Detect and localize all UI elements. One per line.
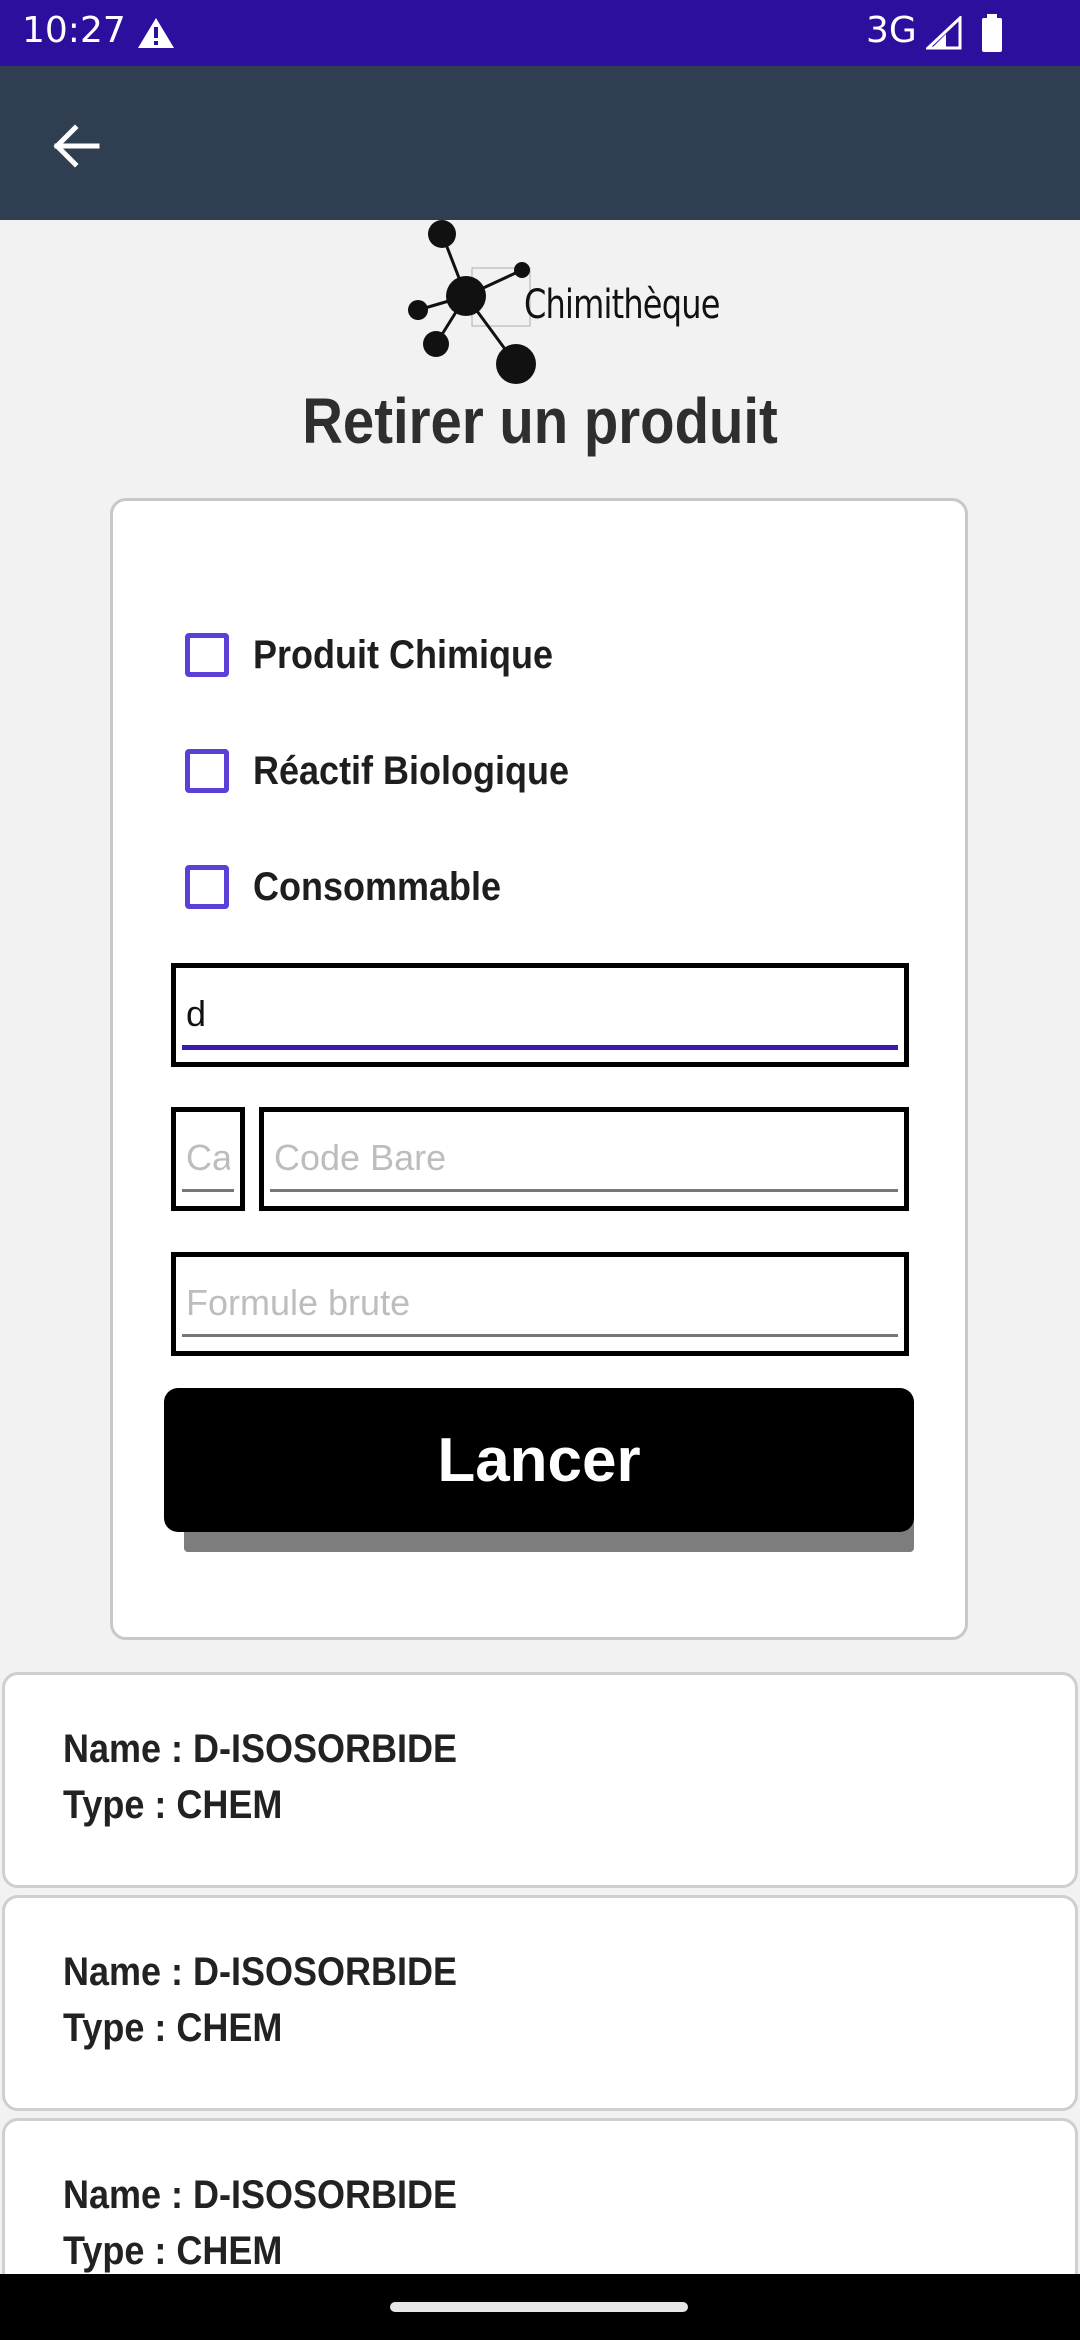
- result-card[interactable]: Name : D-ISOSORBIDE Type : CHEM: [2, 1672, 1078, 1888]
- result-name: Name : D-ISOSORBIDE: [63, 1950, 458, 1994]
- cas-input[interactable]: [182, 1120, 234, 1196]
- launch-button[interactable]: Lancer: [164, 1388, 914, 1532]
- arrow-left-icon: [53, 124, 100, 168]
- battery-icon: [982, 14, 1002, 52]
- cas-field: [171, 1107, 245, 1211]
- checkbox-consommable[interactable]: Consommable: [185, 857, 529, 917]
- app-bar: [0, 66, 1080, 220]
- signal-icon: [926, 16, 962, 50]
- logo-text: Chimithèque: [524, 282, 720, 328]
- result-card[interactable]: Name : D-ISOSORBIDE Type : CHEM: [2, 1895, 1078, 2111]
- navigation-bar: [0, 2274, 1080, 2340]
- field-underline: [182, 1189, 234, 1192]
- field-underline: [182, 1045, 898, 1050]
- field-underline: [182, 1334, 898, 1337]
- logo: Chimithèque: [400, 214, 720, 390]
- network-type: 3G: [866, 10, 917, 51]
- page-title: Retirer un produit: [302, 385, 778, 457]
- checkbox-box[interactable]: [185, 749, 229, 793]
- checkbox-produit-chimique[interactable]: Produit Chimique: [185, 625, 586, 685]
- checkbox-reactif-biologique[interactable]: Réactif Biologique: [185, 741, 604, 801]
- field-underline: [270, 1189, 898, 1192]
- result-type: Type : CHEM: [63, 2229, 283, 2273]
- result-name: Name : D-ISOSORBIDE: [63, 1727, 458, 1771]
- checkbox-box[interactable]: [185, 633, 229, 677]
- barcode-input[interactable]: [270, 1120, 898, 1196]
- search-field: [171, 963, 909, 1067]
- formula-field: [171, 1252, 909, 1356]
- checkbox-label: Réactif Biologique: [253, 748, 570, 793]
- status-bar: 10:27 3G: [0, 0, 1080, 66]
- checkbox-label: Consommable: [253, 864, 502, 909]
- result-name: Name : D-ISOSORBIDE: [63, 2173, 458, 2217]
- barcode-field: [259, 1107, 909, 1211]
- alert-icon: [138, 18, 174, 48]
- checkbox-box[interactable]: [185, 865, 229, 909]
- checkbox-label: Produit Chimique: [253, 632, 553, 677]
- home-gesture-handle[interactable]: [390, 2302, 688, 2312]
- search-input[interactable]: [182, 976, 898, 1052]
- result-type: Type : CHEM: [63, 1783, 283, 1827]
- status-time: 10:27: [22, 10, 126, 51]
- result-type: Type : CHEM: [63, 2006, 283, 2050]
- formula-input[interactable]: [182, 1265, 898, 1341]
- back-button[interactable]: [40, 110, 112, 182]
